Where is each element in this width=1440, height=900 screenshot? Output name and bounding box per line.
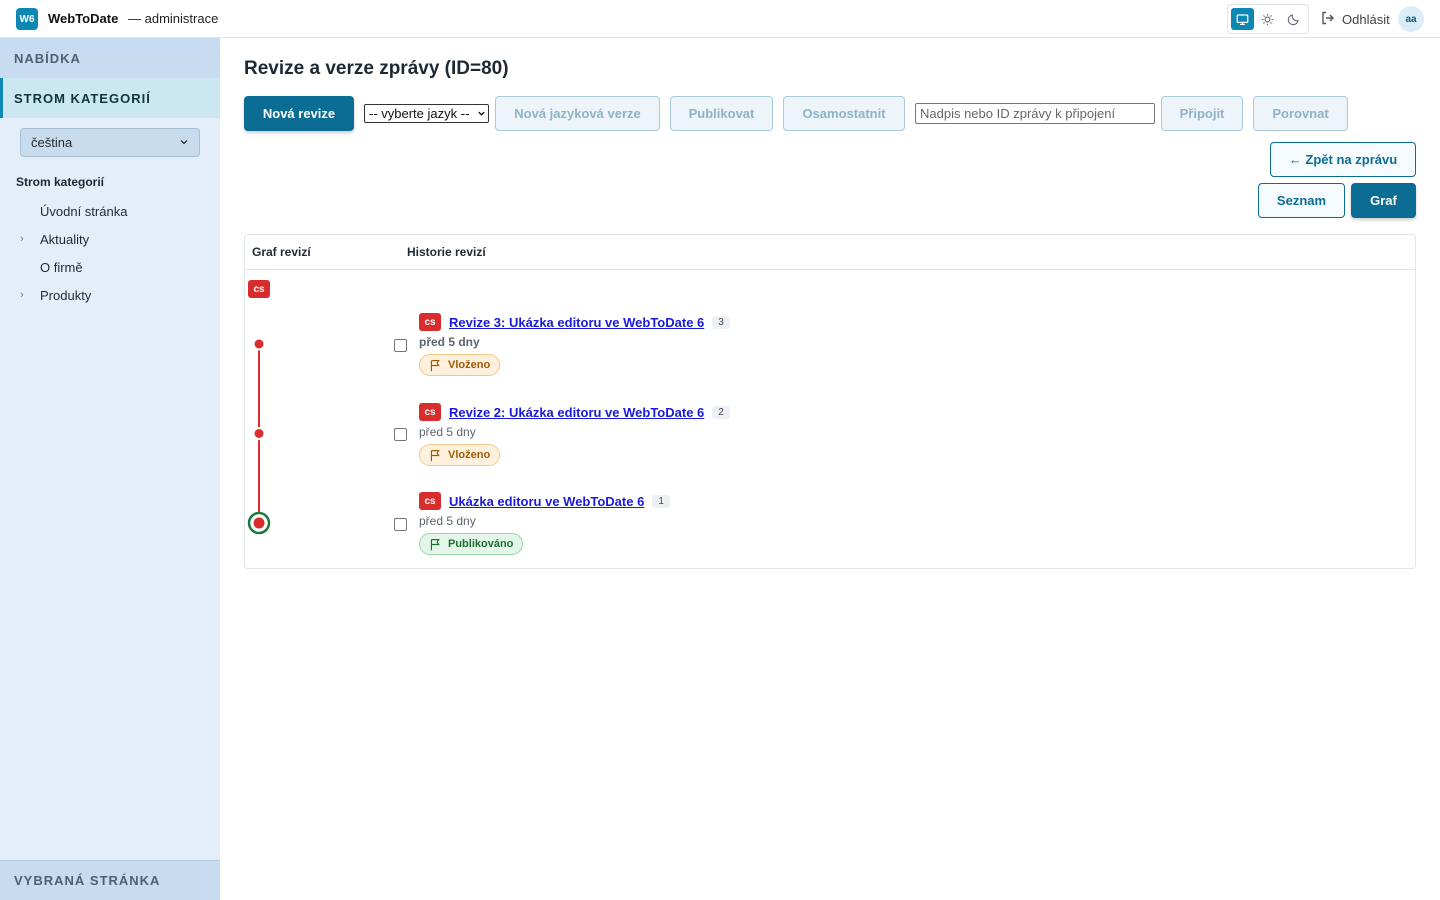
graph-view-button[interactable]: Graf [1351, 183, 1416, 218]
moon-icon[interactable] [1282, 8, 1305, 30]
graph-node-revision-3 [252, 337, 266, 351]
monitor-icon[interactable] [1231, 8, 1255, 30]
publish-button[interactable]: Publikovat [670, 96, 773, 131]
theme-switcher [1227, 4, 1309, 34]
sidebar-menu-header[interactable]: NABÍDKA [0, 38, 220, 78]
revision-number-badge: 3 [712, 315, 730, 329]
tree-item-aktuality[interactable]: › Aktuality [16, 225, 127, 253]
revision-number-badge: 2 [712, 405, 730, 419]
status-badge: Vloženo [419, 444, 501, 466]
compare-button[interactable]: Porovnat [1253, 96, 1348, 131]
chevron-right-icon[interactable]: › [16, 233, 40, 245]
revision-time: před 5 dny [419, 425, 476, 439]
attach-message-input[interactable] [915, 103, 1155, 124]
brand-subtitle: — administrace [128, 11, 219, 26]
attach-button[interactable]: Připojit [1161, 96, 1243, 131]
sidebar-selected-page-header[interactable]: VYBRANÁ STRÁNKA [0, 860, 220, 900]
status-label: Vloženo [448, 359, 491, 371]
revision-2-checkbox[interactable] [394, 428, 407, 441]
language-select[interactable]: čeština [20, 128, 200, 157]
revision-lang-tag: cs [419, 313, 441, 331]
sun-icon[interactable] [1256, 8, 1279, 30]
revision-item: cs Revize 2: Ukázka editoru ve WebToDate… [419, 403, 730, 466]
tree-item-label: O firmě [40, 259, 83, 275]
panel-header: Graf revizí Historie revizí [245, 235, 1415, 270]
revision-graph [247, 337, 271, 535]
chevron-down-icon [179, 135, 189, 150]
language-select-value: čeština [31, 135, 73, 150]
new-revision-button[interactable]: Nová revize [244, 96, 354, 131]
revision-3-checkbox[interactable] [394, 339, 407, 352]
logout-icon [1320, 10, 1336, 29]
new-language-version-button[interactable]: Nová jazyková verze [495, 96, 660, 131]
revision-item: cs Ukázka editoru ve WebToDate 6 1 před … [419, 492, 670, 555]
revision-time: před 5 dny [419, 335, 480, 349]
status-badge: Vloženo [419, 354, 501, 376]
revision-lang-tag: cs [419, 403, 441, 421]
logout-label: Odhlásit [1342, 12, 1390, 27]
revision-number-badge: 1 [652, 494, 670, 508]
language-version-select[interactable]: -- vyberte jazyk -- [364, 104, 489, 123]
flag-icon [430, 449, 440, 461]
tree-item-label: Aktuality [40, 231, 90, 247]
app-logo[interactable]: W6 [16, 8, 38, 30]
chevron-right-icon[interactable]: › [16, 289, 40, 301]
tree-item-uvodni-stranka[interactable]: Úvodní stránka [16, 197, 127, 225]
sidebar-tree-header[interactable]: STROM KATEGORIÍ [0, 78, 220, 118]
flag-icon [430, 538, 440, 550]
sidebar: NABÍDKA STROM KATEGORIÍ čeština Strom ka… [0, 38, 220, 900]
brand-name: WebToDate [48, 11, 119, 26]
revision-link[interactable]: Revize 2: Ukázka editoru ve WebToDate 6 [449, 405, 704, 420]
status-label: Vloženo [448, 449, 491, 461]
status-badge: Publikováno [419, 533, 524, 555]
chevron-down-icon [477, 106, 486, 121]
graph-node-revision-2 [252, 427, 266, 440]
revision-time: před 5 dny [419, 514, 476, 528]
status-label: Publikováno [448, 538, 514, 550]
category-tree: Úvodní stránka › Aktuality O firmě › Produ… [16, 197, 127, 309]
back-to-message-button[interactable]: ← Zpět na zprávu [1270, 142, 1416, 177]
history-column-header: Historie revizí [407, 245, 486, 259]
page-title: Revize a verze zprávy (ID=80) [244, 58, 509, 79]
detach-button[interactable]: Osamostatnit [783, 96, 905, 131]
avatar[interactable]: aa [1398, 6, 1424, 32]
language-version-select-value: -- vyberte jazyk -- [369, 106, 470, 121]
list-view-button[interactable]: Seznam [1258, 183, 1345, 218]
tree-title: Strom kategorií [16, 175, 105, 189]
logout-link[interactable]: Odhlásit [1320, 10, 1390, 29]
revision-1-checkbox[interactable] [394, 518, 407, 531]
revision-item: cs Revize 3: Ukázka editoru ve WebToDate… [419, 313, 730, 376]
revision-panel: Graf revizí Historie revizí cs cs Revize… [244, 234, 1416, 569]
revision-link[interactable]: Revize 3: Ukázka editoru ve WebToDate 6 [449, 315, 704, 330]
tree-item-label: Úvodní stránka [40, 203, 128, 219]
tree-item-produkty[interactable]: › Produkty [16, 281, 127, 309]
graph-node-revision-1 [253, 517, 265, 529]
flag-icon [430, 359, 440, 371]
revision-link[interactable]: Ukázka editoru ve WebToDate 6 [449, 494, 644, 509]
tree-item-o-firme[interactable]: O firmě [16, 253, 127, 281]
revision-lang-tag: cs [419, 492, 441, 510]
tree-item-label: Produkty [40, 287, 92, 303]
top-bar: W6 WebToDate — administrace Odhlásit aa [0, 0, 1440, 38]
